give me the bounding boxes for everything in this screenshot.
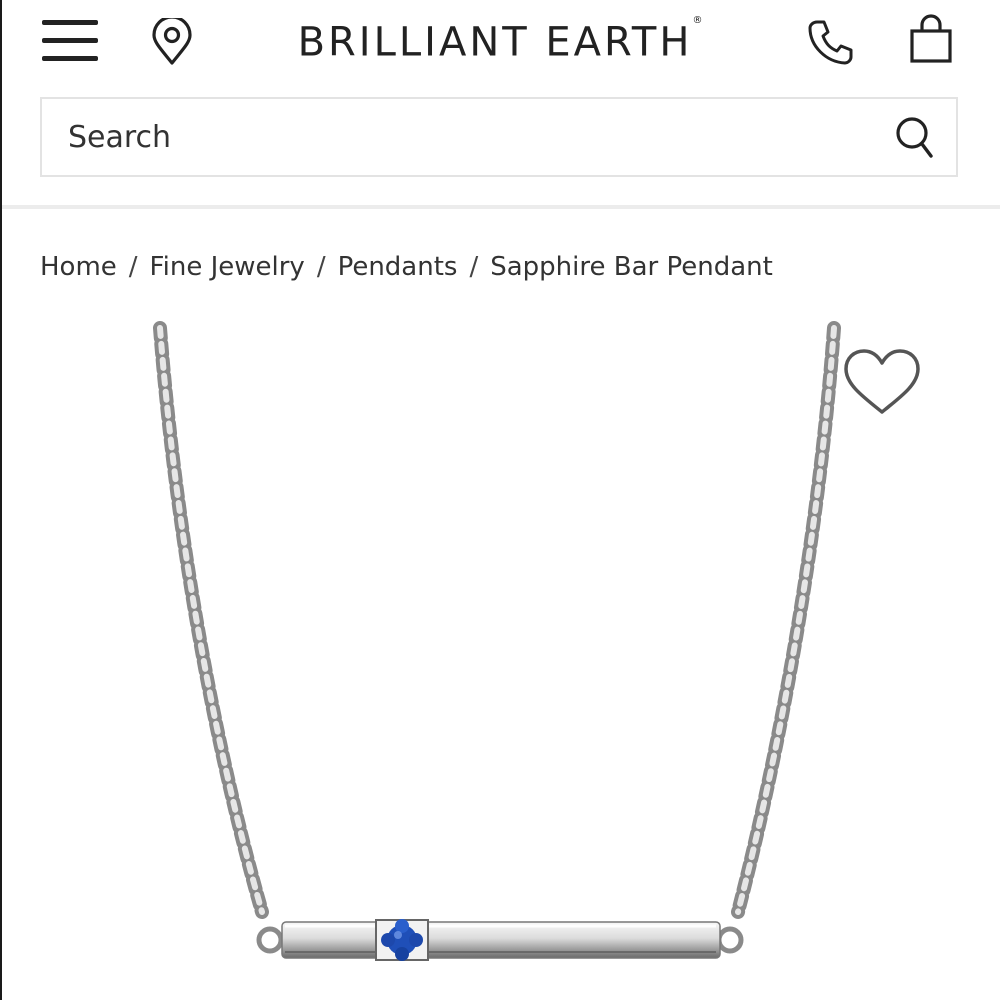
search-icon[interactable] bbox=[894, 115, 936, 161]
right-chain bbox=[731, 321, 841, 919]
breadcrumb-fine-jewelry[interactable]: Fine Jewelry bbox=[150, 252, 305, 282]
brand-logo-text: BRILLIANT EARTH bbox=[297, 19, 693, 66]
breadcrumb: Home / Fine Jewelry / Pendants / Sapphire Bar … bbox=[40, 252, 773, 282]
search-input[interactable] bbox=[68, 113, 868, 161]
heart-icon[interactable] bbox=[842, 348, 922, 418]
search-bar bbox=[40, 97, 958, 177]
breadcrumb-separator: / bbox=[128, 252, 138, 282]
product-image-area bbox=[0, 310, 1000, 1000]
breadcrumb-home[interactable]: Home bbox=[40, 252, 117, 282]
phone-icon[interactable] bbox=[806, 18, 854, 66]
site-header: BRILLIANT EARTH® bbox=[0, 0, 1000, 82]
header-divider bbox=[2, 205, 1000, 209]
right-jump-ring bbox=[716, 926, 744, 954]
hamburger-menu-icon[interactable] bbox=[40, 18, 100, 64]
breadcrumb-separator: / bbox=[469, 252, 479, 282]
brand-logo[interactable]: BRILLIANT EARTH® bbox=[250, 14, 750, 66]
breadcrumb-separator: / bbox=[316, 252, 326, 282]
left-jump-ring bbox=[256, 926, 284, 954]
shopping-bag-icon[interactable] bbox=[908, 14, 954, 64]
breadcrumb-current: Sapphire Bar Pendant bbox=[490, 252, 773, 282]
left-chain bbox=[153, 321, 269, 919]
registered-mark: ® bbox=[692, 15, 703, 26]
map-pin-icon[interactable] bbox=[150, 15, 194, 66]
breadcrumb-pendants[interactable]: Pendants bbox=[338, 252, 458, 282]
